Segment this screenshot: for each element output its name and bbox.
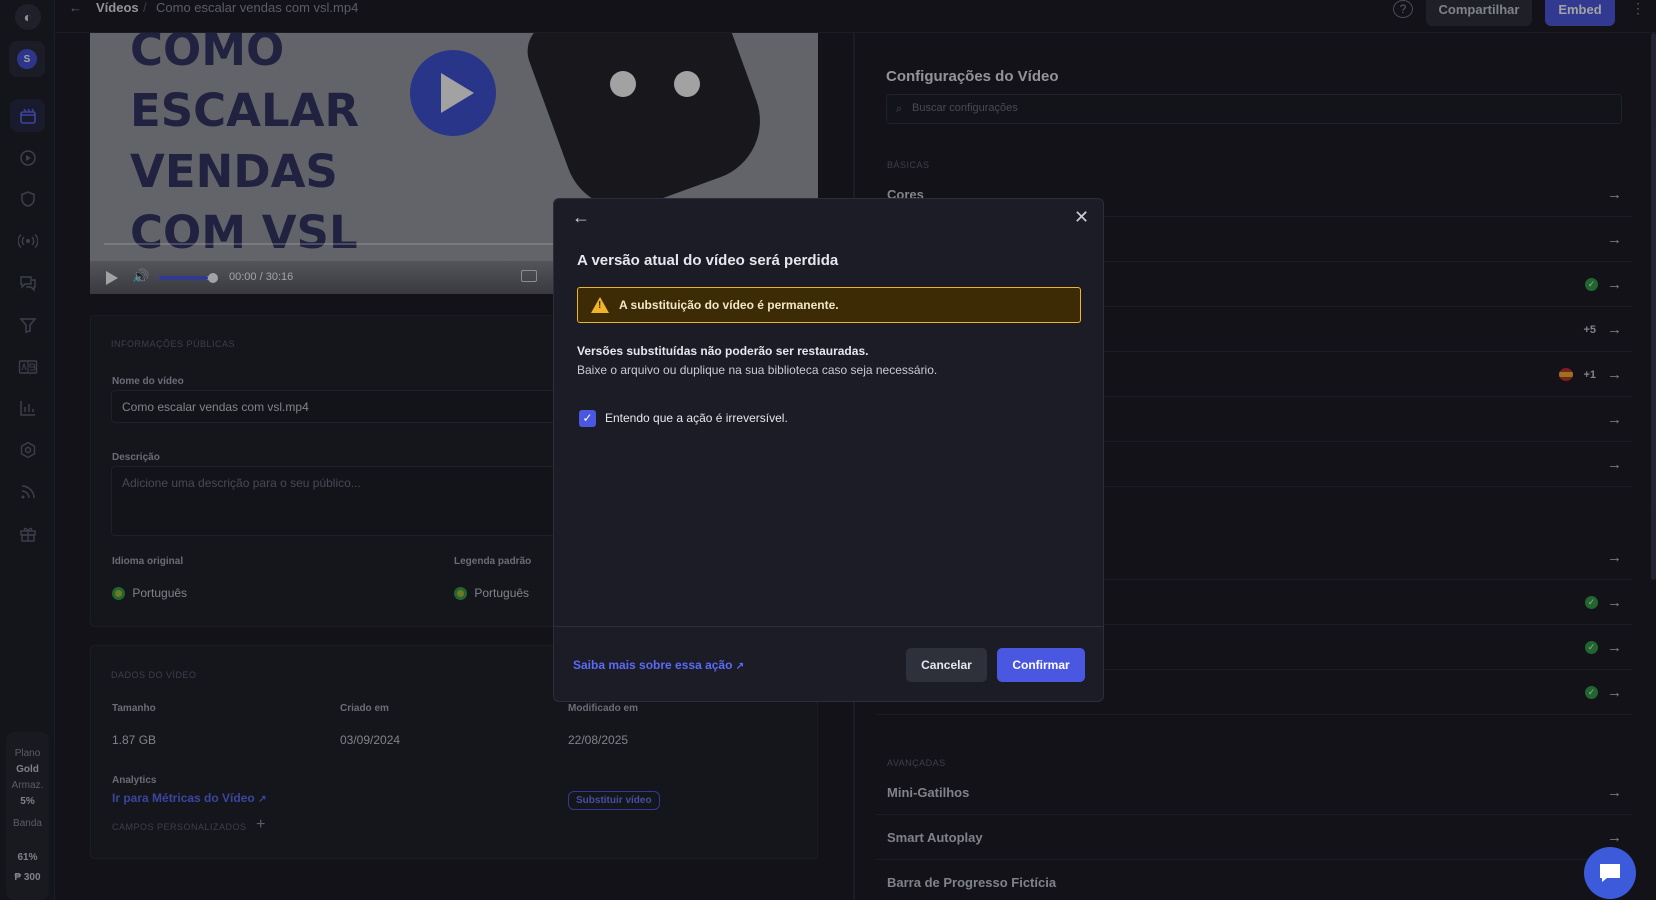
checkbox-label[interactable]: Entendo que a ação é irreversível.: [605, 411, 788, 425]
replace-video-modal: ← ✕ A versão atual do vídeo será perdida…: [553, 198, 1104, 702]
chat-support-icon[interactable]: [1584, 847, 1636, 899]
confirm-button[interactable]: Confirmar: [997, 648, 1085, 682]
modal-title: A versão atual do vídeo será perdida: [577, 252, 839, 269]
warning-icon: !: [591, 297, 609, 313]
learn-more-link[interactable]: Saiba mais sobre essa ação ↗: [573, 658, 744, 672]
external-link-icon: ↗: [735, 661, 745, 672]
modal-back-icon[interactable]: ←: [572, 207, 590, 228]
cancel-button[interactable]: Cancelar: [906, 648, 987, 682]
warning-text: A substituição do vídeo é permanente.: [619, 298, 839, 312]
warning-banner: ! A substituição do vídeo é permanente.: [577, 287, 1081, 323]
close-icon[interactable]: ✕: [1074, 207, 1089, 228]
irreversible-checkbox[interactable]: ✓: [579, 410, 596, 427]
modal-divider: [554, 626, 1103, 627]
modal-description: Baixe o arquivo ou duplique na sua bibli…: [577, 363, 938, 377]
modal-bold-text: Versões substituídas não poderão ser res…: [577, 344, 869, 358]
